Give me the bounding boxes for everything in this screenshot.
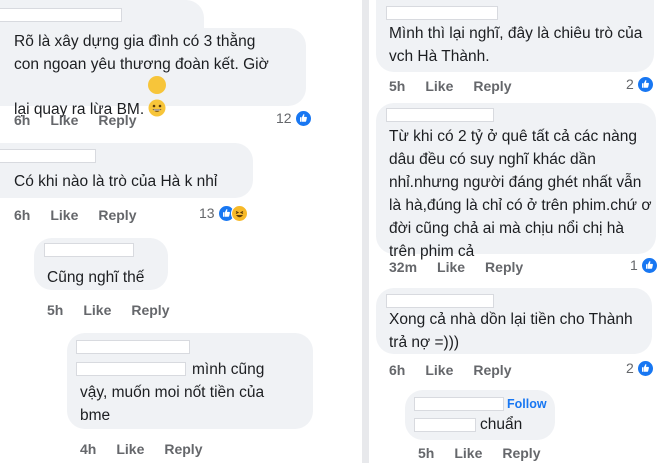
- reaction-count: 1: [630, 257, 638, 273]
- comment-text: Mình thì lại nghĩ, đây là chiêu trò của …: [389, 25, 643, 65]
- reply-button[interactable]: Reply: [131, 302, 169, 318]
- reply-button[interactable]: Reply: [473, 362, 511, 378]
- comment-text: Rõ là xây dựng gia đình có 3 thằng con n…: [14, 33, 269, 118]
- like-button[interactable]: Like: [425, 78, 453, 94]
- reaction-count: 2: [626, 360, 634, 376]
- comment-actions: 5h Like Reply: [389, 77, 531, 95]
- timestamp[interactable]: 4h: [80, 441, 96, 457]
- like-button[interactable]: Like: [83, 302, 111, 318]
- grinning-face-icon: [148, 76, 167, 117]
- follow-button[interactable]: Follow: [507, 397, 547, 411]
- redacted-author-name: [76, 340, 190, 354]
- like-button[interactable]: Like: [437, 259, 465, 275]
- redacted-author-name: [44, 243, 134, 257]
- comment-actions: 4h Like Reply: [80, 440, 222, 458]
- reply-button[interactable]: Reply: [485, 259, 523, 275]
- timestamp[interactable]: 5h: [389, 78, 405, 94]
- like-button[interactable]: Like: [50, 207, 78, 223]
- comment-actions: 6h Like Reply: [14, 111, 156, 129]
- like-button[interactable]: Like: [116, 441, 144, 457]
- like-icon: [294, 109, 312, 127]
- like-button[interactable]: Like: [454, 445, 482, 461]
- redacted-author-name: [0, 149, 96, 163]
- like-button[interactable]: Like: [50, 112, 78, 128]
- timestamp[interactable]: 5h: [47, 302, 63, 318]
- like-icon: [636, 75, 654, 93]
- reaction-summary[interactable]: 12: [276, 109, 312, 127]
- reply-button[interactable]: Reply: [473, 78, 511, 94]
- timestamp[interactable]: 6h: [14, 112, 30, 128]
- reply-button[interactable]: Reply: [98, 112, 136, 128]
- timestamp[interactable]: 5h: [418, 445, 434, 461]
- column-divider: [362, 0, 369, 463]
- comment-text: Từ khi có 2 tỷ ở quê tất cả các nàng dâu…: [389, 128, 652, 260]
- redacted-mention: [414, 418, 476, 432]
- like-icon: [640, 256, 658, 274]
- redacted-author-name: [414, 397, 504, 411]
- redacted-author-name: [0, 8, 122, 22]
- comment-actions: 6h Like Reply: [14, 206, 156, 224]
- reply-button[interactable]: Reply: [98, 207, 136, 223]
- redacted-author-name: [386, 108, 494, 122]
- redacted-author-name: [386, 294, 494, 308]
- reaction-summary[interactable]: 2: [626, 75, 654, 93]
- haha-icon: [230, 204, 248, 222]
- like-icon: [636, 359, 654, 377]
- redacted-mention: [76, 362, 186, 376]
- reaction-count: 12: [276, 110, 292, 126]
- reaction-count: 2: [626, 76, 634, 92]
- comment-text: vậy, muốn moi nốt tiền của bme: [80, 384, 265, 424]
- comment-actions: 5h Like Reply: [47, 301, 189, 319]
- comment-text: Cũng nghĩ thế: [47, 269, 145, 286]
- timestamp[interactable]: 6h: [14, 207, 30, 223]
- reaction-summary[interactable]: 2: [626, 359, 654, 377]
- redacted-author-name: [386, 6, 498, 20]
- comment-text: Có khi nào là trò của Hà k nhỉ: [14, 173, 218, 190]
- reply-button[interactable]: Reply: [502, 445, 540, 461]
- reply-button[interactable]: Reply: [164, 441, 202, 457]
- comment-actions: 5h Like Reply: [418, 444, 560, 462]
- timestamp[interactable]: 6h: [389, 362, 405, 378]
- comment-actions: 32m Like Reply: [389, 258, 543, 276]
- reaction-summary[interactable]: 13: [199, 204, 248, 222]
- comment-actions: 6h Like Reply: [389, 361, 531, 379]
- reaction-summary[interactable]: 1: [630, 256, 658, 274]
- comment-text: Xong cả nhà dồn lại tiền cho Thành trả n…: [389, 311, 633, 351]
- comment-text: chuẩn: [480, 416, 523, 433]
- comment-text-first-line: mình cũng: [192, 361, 265, 378]
- reaction-count: 13: [199, 205, 215, 221]
- timestamp[interactable]: 32m: [389, 259, 417, 275]
- like-button[interactable]: Like: [425, 362, 453, 378]
